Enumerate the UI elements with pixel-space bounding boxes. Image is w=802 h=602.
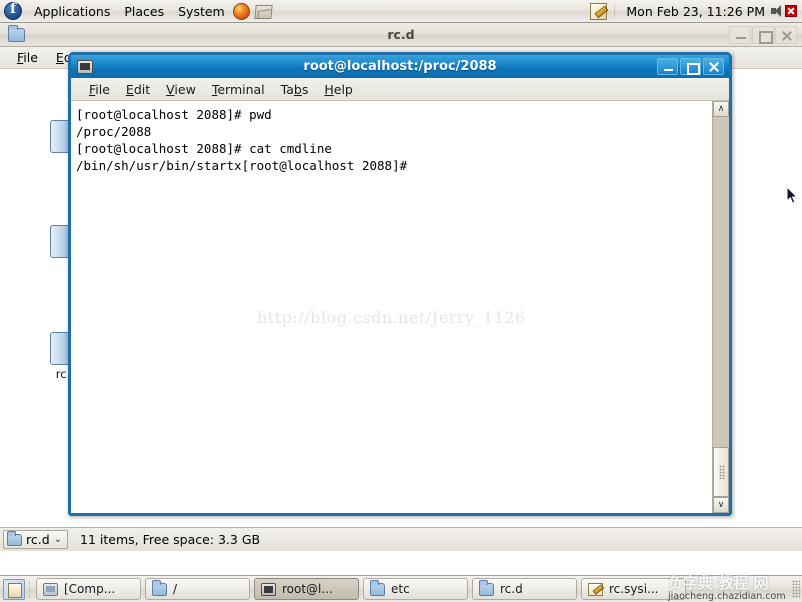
terminal-menu-tabs[interactable]: Tabs	[273, 80, 317, 99]
top-panel: Applications Places System Mon Feb 23, 1…	[0, 0, 802, 23]
terminal-menu-terminal[interactable]: Terminal	[204, 80, 273, 99]
minimize-button[interactable]	[657, 58, 678, 75]
file-manager-titlebar[interactable]: rc.d	[0, 23, 802, 47]
path-dropdown-button[interactable]: rc.d ⌄	[3, 530, 69, 549]
fm-menu-file[interactable]: File	[8, 48, 47, 67]
maximize-button[interactable]	[680, 58, 701, 75]
taskbar-separator	[29, 580, 32, 598]
scrollbar-grip-icon	[719, 465, 725, 479]
fedora-logo-icon[interactable]	[4, 1, 22, 20]
terminal-icon	[261, 582, 276, 596]
panel-separator	[614, 4, 616, 18]
terminal-titlebar[interactable]: root@localhost:/proc/2088	[71, 55, 729, 78]
folder-icon	[152, 579, 167, 596]
path-label: rc.d	[26, 532, 50, 547]
maximize-button[interactable]	[752, 25, 774, 44]
computer-icon	[43, 582, 58, 596]
scroll-down-arrow-icon[interactable]: ∨	[713, 497, 729, 513]
clock[interactable]: Mon Feb 23, 11:26 PM	[620, 4, 771, 19]
volume-muted-icon[interactable]	[785, 5, 797, 17]
task-label: /	[173, 582, 178, 596]
terminal-window-buttons	[657, 58, 729, 75]
terminal-scrollbar[interactable]: ∧ ∨	[712, 101, 729, 513]
panel-menu-group: Applications Places System	[0, 0, 232, 22]
terminal-menu-help[interactable]: Help	[316, 80, 361, 99]
file-manager-window-buttons	[729, 25, 802, 44]
close-button[interactable]	[703, 58, 724, 75]
minimize-button[interactable]	[729, 25, 751, 44]
scroll-up-arrow-icon[interactable]: ∧	[713, 101, 729, 117]
folder-icon	[7, 530, 22, 546]
file-manager-statusbar: rc.d ⌄ 11 items, Free space: 3.3 GB	[0, 527, 802, 551]
task-label: rc.sysi...	[609, 582, 659, 596]
task-button-root[interactable]: /	[145, 578, 250, 600]
task-label: etc	[391, 582, 410, 596]
volume-icon[interactable]	[771, 4, 784, 18]
taskbar-resize-grip[interactable]	[792, 580, 800, 598]
terminal-menu-edit[interactable]: Edit	[118, 80, 158, 99]
document-icon	[588, 582, 603, 596]
task-button-etc[interactable]: etc	[363, 578, 468, 600]
task-button-terminal[interactable]: root@l...	[254, 578, 359, 600]
task-label: rc.d	[500, 582, 523, 596]
evolution-mail-icon[interactable]	[253, 2, 275, 21]
folder-icon	[370, 579, 385, 596]
sticky-notes-icon[interactable]	[590, 2, 608, 20]
fm-menu-file-label: ile	[23, 50, 38, 65]
firefox-icon[interactable]	[232, 2, 253, 21]
chevron-down-icon: ⌄	[53, 534, 63, 545]
terminal-frame: root@localhost:/proc/2088 File Edit View…	[68, 52, 732, 516]
task-label: [Comp...	[64, 582, 116, 596]
task-list: [Comp... / root@l... etc rc.d rc.sysi...	[36, 578, 792, 600]
task-button-rcd[interactable]: rc.d	[472, 578, 577, 600]
terminal-menu-view[interactable]: View	[158, 80, 204, 99]
scrollbar-thumb[interactable]	[713, 447, 729, 497]
show-desktop-icon[interactable]	[3, 578, 25, 600]
status-text: 11 items, Free space: 3.3 GB	[80, 532, 261, 547]
task-button-rcsysinit[interactable]: rc.sysi...	[581, 578, 686, 600]
menu-applications[interactable]: Applications	[27, 1, 117, 22]
close-button[interactable]	[775, 25, 797, 44]
bottom-panel: [Comp... / root@l... etc rc.d rc.sysi...	[0, 575, 802, 602]
menu-system[interactable]: System	[171, 1, 232, 22]
file-manager-title: rc.d	[387, 27, 415, 42]
panel-tray: Mon Feb 23, 11:26 PM	[590, 0, 802, 22]
task-button-computer[interactable]: [Comp...	[36, 578, 141, 600]
menu-places[interactable]: Places	[117, 1, 171, 22]
folder-icon	[479, 579, 494, 596]
terminal-screen[interactable]: [root@localhost 2088]# pwd /proc/2088 [r…	[71, 101, 712, 513]
terminal-menubar: File Edit View Terminal Tabs Help	[71, 78, 729, 101]
terminal-title: root@localhost:/proc/2088	[303, 59, 497, 74]
terminal-window[interactable]: root@localhost:/proc/2088 File Edit View…	[68, 52, 732, 516]
task-label: root@l...	[282, 582, 333, 596]
terminal-menu-file[interactable]: File	[81, 80, 118, 99]
